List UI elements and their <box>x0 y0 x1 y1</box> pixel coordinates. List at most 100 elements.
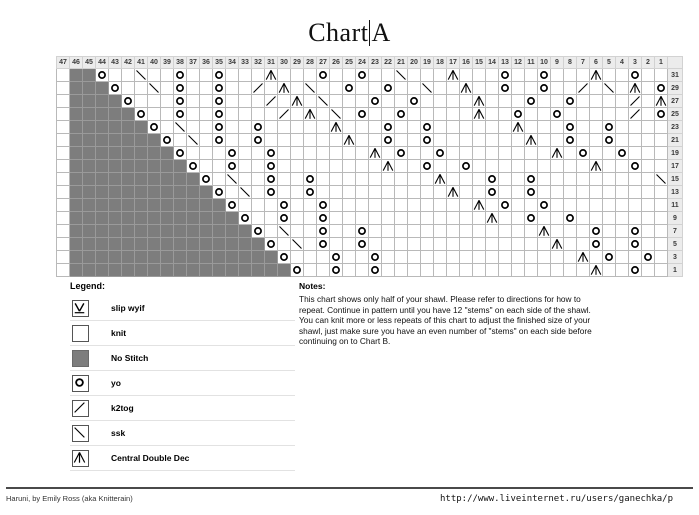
chart-cell-knit[interactable] <box>407 224 421 238</box>
chart-cell-knit[interactable] <box>394 172 408 186</box>
chart-cell-knit[interactable] <box>654 120 668 134</box>
chart-cell-yo[interactable] <box>628 237 642 251</box>
chart-cell-knit[interactable] <box>498 120 512 134</box>
chart-cell-no-stitch[interactable] <box>108 263 122 277</box>
chart-cell-no-stitch[interactable] <box>69 107 83 121</box>
chart-cell-yo[interactable] <box>277 211 291 225</box>
chart-cell-knit[interactable] <box>420 237 434 251</box>
chart-cell-knit[interactable] <box>472 237 486 251</box>
chart-cell-knit[interactable] <box>589 107 603 121</box>
chart-cell-no-stitch[interactable] <box>82 198 96 212</box>
chart-cell-yo[interactable] <box>563 211 577 225</box>
chart-cell-knit[interactable] <box>394 185 408 199</box>
chart-cell-yo[interactable] <box>394 107 408 121</box>
chart-cell-knit[interactable] <box>641 81 655 95</box>
chart-cell-knit[interactable] <box>563 107 577 121</box>
chart-cell-knit[interactable] <box>459 263 473 277</box>
chart-cell-yo[interactable] <box>537 68 551 82</box>
footer-url[interactable]: http://www.liveinternet.ru/users/ganechk… <box>440 494 699 504</box>
chart-cell-knit[interactable] <box>212 146 226 160</box>
chart-cell-yo[interactable] <box>251 120 265 134</box>
chart-cell-knit[interactable] <box>524 237 538 251</box>
chart-cell-yo[interactable] <box>628 263 642 277</box>
chart-row[interactable]: 13 <box>56 185 683 199</box>
chart-cell-knit[interactable] <box>511 263 525 277</box>
chart-cell-knit[interactable] <box>225 94 239 108</box>
chart-cell-yo[interactable] <box>420 120 434 134</box>
chart-cell-central-double-dec[interactable] <box>628 81 642 95</box>
chart-cell-knit[interactable] <box>394 250 408 264</box>
chart-cell-yo[interactable] <box>420 133 434 147</box>
chart-cell-no-stitch[interactable] <box>238 263 252 277</box>
chart-cell-knit[interactable] <box>355 159 369 173</box>
chart-cell-yo[interactable] <box>420 159 434 173</box>
chart-cell-knit[interactable] <box>394 94 408 108</box>
chart-cell-knit[interactable] <box>225 133 239 147</box>
chart-cell-knit[interactable] <box>524 107 538 121</box>
chart-cell-knit[interactable] <box>615 263 629 277</box>
chart-cell-knit[interactable] <box>589 211 603 225</box>
chart-cell-no-stitch[interactable] <box>95 94 109 108</box>
chart-cell-no-stitch[interactable] <box>147 211 161 225</box>
chart-cell-no-stitch[interactable] <box>147 146 161 160</box>
chart-cell-knit[interactable] <box>329 224 343 238</box>
chart-cell-no-stitch[interactable] <box>199 250 213 264</box>
chart-cell-knit[interactable] <box>381 68 395 82</box>
chart-cell-knit[interactable] <box>550 81 564 95</box>
chart-cell-knit[interactable] <box>277 159 291 173</box>
chart-row[interactable]: 29 <box>56 81 683 95</box>
chart-cell-knit[interactable] <box>342 107 356 121</box>
chart-cell-knit[interactable] <box>446 146 460 160</box>
chart-cell-knit[interactable] <box>56 159 70 173</box>
chart-cell-yo[interactable] <box>238 211 252 225</box>
chart-cell-yo[interactable] <box>186 159 200 173</box>
chart-cell-knit[interactable] <box>563 159 577 173</box>
chart-cell-no-stitch[interactable] <box>186 263 200 277</box>
chart-cell-knit[interactable] <box>381 198 395 212</box>
chart-cell-knit[interactable] <box>368 172 382 186</box>
chart-cell-central-double-dec[interactable] <box>589 263 603 277</box>
chart-cell-knit[interactable] <box>134 81 148 95</box>
chart-cell-yo[interactable] <box>589 224 603 238</box>
chart-cell-no-stitch[interactable] <box>95 81 109 95</box>
chart-cell-knit[interactable] <box>615 224 629 238</box>
chart-cell-no-stitch[interactable] <box>121 146 135 160</box>
chart-cell-knit[interactable] <box>342 263 356 277</box>
chart-cell-knit[interactable] <box>355 81 369 95</box>
chart-row[interactable]: 25 <box>56 107 683 121</box>
chart-cell-knit[interactable] <box>303 198 317 212</box>
chart-cell-k2tog[interactable] <box>576 81 590 95</box>
chart-cell-yo[interactable] <box>173 107 187 121</box>
chart-cell-no-stitch[interactable] <box>147 224 161 238</box>
chart-cell-yo[interactable] <box>95 68 109 82</box>
chart-cell-yo[interactable] <box>537 81 551 95</box>
chart-cell-no-stitch[interactable] <box>186 250 200 264</box>
chart-cell-no-stitch[interactable] <box>95 159 109 173</box>
chart-cell-knit[interactable] <box>420 146 434 160</box>
chart-cell-no-stitch[interactable] <box>147 172 161 186</box>
chart-cell-no-stitch[interactable] <box>108 159 122 173</box>
chart-cell-yo[interactable] <box>160 133 174 147</box>
chart-cell-yo[interactable] <box>264 185 278 199</box>
chart-cell-knit[interactable] <box>394 198 408 212</box>
chart-cell-knit[interactable] <box>56 107 70 121</box>
chart-row[interactable]: 7 <box>56 224 683 238</box>
chart-cell-no-stitch[interactable] <box>186 198 200 212</box>
chart-cell-knit[interactable] <box>485 133 499 147</box>
chart-cell-knit[interactable] <box>147 68 161 82</box>
chart-cell-knit[interactable] <box>199 159 213 173</box>
chart-cell-no-stitch[interactable] <box>82 224 96 238</box>
chart-cell-knit[interactable] <box>641 263 655 277</box>
chart-cell-knit[interactable] <box>498 94 512 108</box>
chart-cell-no-stitch[interactable] <box>82 81 96 95</box>
chart-cell-knit[interactable] <box>498 211 512 225</box>
chart-cell-knit[interactable] <box>459 211 473 225</box>
chart-cell-yo[interactable] <box>524 94 538 108</box>
chart-cell-knit[interactable] <box>459 198 473 212</box>
chart-cell-central-double-dec[interactable] <box>472 94 486 108</box>
chart-cell-knit[interactable] <box>511 198 525 212</box>
chart-cell-no-stitch[interactable] <box>212 211 226 225</box>
chart-row[interactable]: 5 <box>56 237 683 251</box>
chart-cell-knit[interactable] <box>537 263 551 277</box>
chart-cell-no-stitch[interactable] <box>251 263 265 277</box>
